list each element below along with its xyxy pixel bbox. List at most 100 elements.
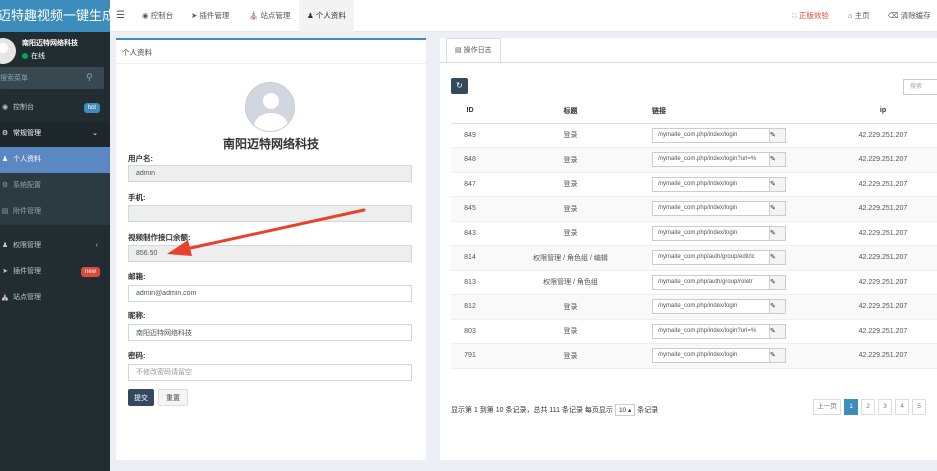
tab-operation-log[interactable]: ▤ 操作日志 [446, 38, 501, 62]
tab-label: 站点管理 [260, 11, 291, 20]
cell-ip[interactable]: 42.229.251.207 [829, 270, 937, 295]
sidebar-item-auth[interactable]: ♟ 权限管理 ‹ [0, 233, 110, 259]
url-field[interactable]: /nymaite_com.php/index/login [652, 348, 770, 364]
topbar: ☰ ◉ 控制台 ➤ 插件管理 ⛪ 站点管理 ♟ 个人资料 ∷ 正版效验 ⌂ 主页… [110, 0, 937, 32]
tab-dashboard[interactable]: ◉ 控制台 [134, 0, 181, 32]
cell-ip[interactable]: 42.229.251.207 [829, 343, 937, 369]
column-header-ip[interactable]: ip [829, 99, 937, 124]
email-field[interactable] [128, 285, 412, 302]
page-button-3[interactable]: 3 [878, 399, 892, 415]
cell-ip[interactable]: 42.229.251.207 [829, 147, 937, 173]
pagination-info-text: 显示第 1 到第 10 条记录，总共 111 条记录 每页显示 [451, 407, 613, 414]
url-field[interactable]: /nymaite_com.php/auth/group/edit/ic [652, 250, 770, 266]
url-field[interactable]: /nymaite_com.php/index/login [652, 176, 770, 192]
log-panel: ▤ 操作日志 ↻ ID 标题 链接 ip 849登录/nymaite_com.p… [440, 38, 937, 460]
cell-link: /nymaite_com.php/index/login ✎ [652, 196, 829, 222]
open-link-button[interactable]: ✎ [770, 348, 786, 364]
page-button-5[interactable]: 5 [912, 399, 926, 415]
cell-id: 803 [451, 319, 489, 344]
reset-button[interactable]: 重置 [158, 389, 188, 406]
column-header-link[interactable]: 链接 [652, 99, 829, 124]
new-badge: new [80, 267, 100, 277]
open-link-button[interactable]: ✎ [770, 176, 786, 192]
profile-avatar[interactable] [245, 82, 295, 132]
sidebar-item-profile[interactable]: ♟ 个人资料 [0, 147, 110, 173]
cell-title: 权限管理 / 角色组 / 编辑 [489, 245, 652, 271]
table-row: 843 登录/nymaite_com.php/index/login ✎ 42.229… [451, 221, 937, 246]
sidebar-item-config[interactable]: ⚙ 系统配置 [0, 173, 110, 199]
column-header-title[interactable]: 标题 [489, 99, 652, 124]
cell-ip[interactable]: 42.229.251.207 [829, 221, 937, 246]
cell-ip[interactable]: 42.229.251.207 [829, 196, 937, 222]
tab-profile[interactable]: ♟ 个人资料 [299, 0, 354, 32]
bank-icon: ⛪ [249, 11, 259, 20]
url-field[interactable]: /nymaite_com.php/index/login?url=% [652, 323, 770, 339]
cell-ip[interactable]: 42.229.251.207 [829, 172, 937, 197]
open-link-button[interactable]: ✎ [770, 323, 786, 339]
open-link-button[interactable]: ✎ [770, 152, 786, 168]
page-button-1[interactable]: 1 [844, 399, 858, 415]
open-link-button[interactable]: ✎ [770, 274, 786, 290]
open-link-button[interactable]: ✎ [770, 201, 786, 217]
username-field[interactable] [128, 165, 412, 182]
phone-field[interactable] [128, 205, 412, 222]
nickname-field[interactable] [128, 324, 412, 341]
tab-addon[interactable]: ➤ 插件管理 [183, 0, 237, 32]
url-field[interactable]: /nymaite_com.php/index/login [652, 127, 770, 143]
password-field[interactable] [128, 364, 412, 381]
online-dot-icon [22, 53, 28, 59]
clear-cache-link[interactable]: ⌫ 清除缓存 [888, 0, 931, 32]
sidebar-item-attachment[interactable]: ▤ 附件管理 [0, 199, 110, 225]
tab-site[interactable]: ⛪ 站点管理 [241, 0, 298, 32]
sidebar-item-general[interactable]: ⚙ 常规管理 ⌄ [0, 121, 110, 147]
genuine-check-link[interactable]: ∷ 正版效验 [792, 0, 829, 32]
url-field[interactable]: /nymaite_com.php/index/login [652, 225, 770, 241]
log-search-input[interactable] [903, 79, 937, 95]
open-link-button[interactable]: ✎ [770, 250, 786, 266]
prev-page-button[interactable]: 上一页 [813, 399, 841, 415]
url-field[interactable]: /nymaite_com.php/index/login [652, 299, 770, 315]
cell-ip[interactable]: 42.229.251.207 [829, 123, 937, 148]
sidebar-search-input[interactable] [0, 67, 80, 89]
balance-field[interactable] [128, 245, 412, 262]
submit-button[interactable]: 提交 [128, 389, 154, 406]
cell-title: 权限管理 / 角色组 [489, 270, 652, 295]
cell-title: 登录 [489, 172, 652, 197]
sidebar-item-label: 系统配置 [13, 182, 41, 189]
refresh-button[interactable]: ↻ [451, 78, 468, 94]
open-link-button[interactable]: ✎ [770, 225, 786, 241]
cell-link: /nymaite_com.php/index/login?url=% ✎ [652, 319, 829, 344]
cell-id: 845 [451, 196, 489, 222]
home-link[interactable]: ⌂ 主页 [848, 0, 870, 32]
page-button-4[interactable]: 4 [895, 399, 909, 415]
table-header-row: ID 标题 链接 ip [451, 99, 937, 124]
cell-ip[interactable]: 42.229.251.207 [829, 245, 937, 271]
sidebar-item-dashboard[interactable]: ◉ 控制台 hot [0, 95, 110, 121]
table-row: 814 权限管理 / 角色组 / 编辑/nymaite_com.php/auth/… [451, 245, 937, 271]
cell-ip[interactable]: 42.229.251.207 [829, 294, 937, 320]
email-label: 邮箱: [128, 272, 146, 281]
cell-id: 814 [451, 245, 489, 271]
page-button-2[interactable]: 2 [861, 399, 875, 415]
column-header-id[interactable]: ID [451, 99, 489, 124]
app-brand[interactable]: 迈特趣视频一键生成 [0, 0, 110, 32]
open-link-button[interactable]: ✎ [770, 127, 786, 143]
cell-link: /nymaite_com.php/auth/group/roletr ✎ [652, 270, 829, 295]
tab-label: 控制台 [150, 11, 174, 20]
url-field[interactable]: /nymaite_com.php/auth/group/roletr [652, 274, 770, 290]
url-field[interactable]: /nymaite_com.php/index/login [652, 201, 770, 217]
table-row: 847 登录/nymaite_com.php/index/login ✎ 42.229… [451, 172, 937, 197]
menu-toggle-icon[interactable]: ☰ [116, 10, 125, 21]
table-row: 803 登录/nymaite_com.php/index/login?url=% ✎… [451, 319, 937, 344]
rss-icon: ∷ [792, 11, 797, 20]
dashboard-icon: ◉ [142, 11, 149, 20]
cell-id: 849 [451, 123, 489, 148]
sidebar-item-addon[interactable]: ➤ 插件管理 new [0, 259, 110, 285]
cell-id: 791 [451, 343, 489, 369]
url-field[interactable]: /nymaite_com.php/index/login?url=% [652, 152, 770, 168]
sidebar-item-site[interactable]: ⛪ 站点管理 [0, 285, 110, 311]
open-link-button[interactable]: ✎ [770, 299, 786, 315]
page-size-select[interactable]: 10 ▴ [614, 404, 636, 416]
cell-ip[interactable]: 42.229.251.207 [829, 319, 937, 344]
search-icon[interactable]: ⚲ [86, 72, 96, 82]
